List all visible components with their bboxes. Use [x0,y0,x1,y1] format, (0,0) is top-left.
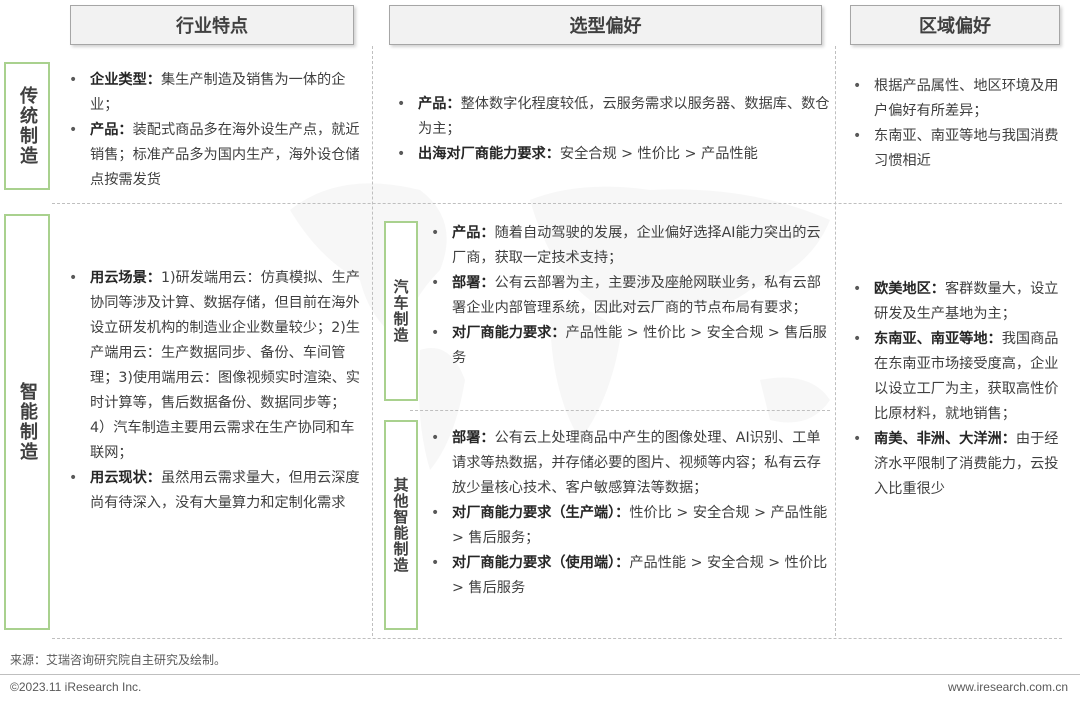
row-divider [52,203,1062,204]
footer-divider [0,674,1080,675]
column-header-industry: 行业特点 [70,5,354,45]
row-label-smart: 智能制造 [4,214,50,630]
column-header-preference: 选型偏好 [389,5,822,45]
website-link[interactable]: www.iresearch.com.cn [948,680,1068,694]
list-item: 东南亚、南亚等地与我国消费习惯相近 [850,124,1070,174]
list-item: 产品：装配式商品多在海外设生产点，就近销售；标准产品多为国内生产，海外设仓储点按… [66,118,361,193]
list-item: 企业类型：集生产制造及销售为一体的企业； [66,68,361,118]
cell-traditional-region: 根据产品属性、地区环境及用户偏好有所差异； 东南亚、南亚等地与我国消费习惯相近 [850,74,1070,174]
row-label-traditional: 传统制造 [4,62,50,190]
column-divider [372,46,373,636]
table-bottom-divider [52,638,1062,639]
list-item: 对厂商能力要求（生产端）：性价比 > 安全合规 > 产品性能 > 售后服务； [428,501,828,551]
list-item: 用云现状：虽然用云需求量大，但用云深度尚有待深入，没有大量算力和定制化需求 [66,466,361,516]
column-divider [835,46,836,636]
list-item: 根据产品属性、地区环境及用户偏好有所差异； [850,74,1070,124]
cell-traditional-industry: 企业类型：集生产制造及销售为一体的企业； 产品：装配式商品多在海外设生产点，就近… [66,68,361,193]
column-header-region: 区域偏好 [850,5,1060,45]
list-item: 欧美地区：客群数量大，设立研发及生产基地为主； [850,277,1070,327]
list-item: 对厂商能力要求（使用端）：产品性能 > 安全合规 > 性价比 > 售后服务 [428,551,828,601]
list-item: 产品：整体数字化程度较低，云服务需求以服务器、数据库、数仓为主； [394,92,830,142]
cell-other-preference: 部署：公有云上处理商品中产生的图像处理、AI识别、工单请求等热数据，并存储必要的… [428,426,828,601]
cell-traditional-preference: 产品：整体数字化程度较低，云服务需求以服务器、数据库、数仓为主； 出海对厂商能力… [394,92,830,167]
source-note: 来源：艾瑞咨询研究院自主研究及绘制。 [10,653,227,667]
list-item: 东南亚、南亚等地：我国商品在东南亚市场接受度高，企业以设立工厂为主，获取高性价比… [850,327,1070,427]
sub-row-label-auto: 汽车制造 [384,221,418,401]
list-item: 部署：公有云上处理商品中产生的图像处理、AI识别、工单请求等热数据，并存储必要的… [428,426,828,501]
list-item: 用云场景：1)研发端用云：仿真模拟、生产协同等涉及计算、数据存储，但目前在海外设… [66,266,361,466]
copyright: ©2023.11 iResearch Inc. [10,680,142,694]
list-item: 对厂商能力要求：产品性能 > 性价比 > 安全合规 > 售后服务 [428,321,828,371]
cell-smart-industry: 用云场景：1)研发端用云：仿真模拟、生产协同等涉及计算、数据存储，但目前在海外设… [66,266,361,516]
sub-row-divider [410,410,830,411]
list-item: 出海对厂商能力要求：安全合规 > 性价比 > 产品性能 [394,142,830,167]
list-item: 部署：公有云部署为主，主要涉及座舱网联业务，私有云部署企业内部管理系统，因此对云… [428,271,828,321]
cell-smart-region: 欧美地区：客群数量大，设立研发及生产基地为主； 东南亚、南亚等地：我国商品在东南… [850,277,1070,502]
list-item: 南美、非洲、大洋洲：由于经济水平限制了消费能力，云投入比重很少 [850,427,1070,502]
list-item: 产品：随着自动驾驶的发展，企业偏好选择AI能力突出的云厂商，获取一定技术支持； [428,221,828,271]
sub-row-label-other: 其他智能制造 [384,420,418,630]
cell-auto-preference: 产品：随着自动驾驶的发展，企业偏好选择AI能力突出的云厂商，获取一定技术支持； … [428,221,828,371]
